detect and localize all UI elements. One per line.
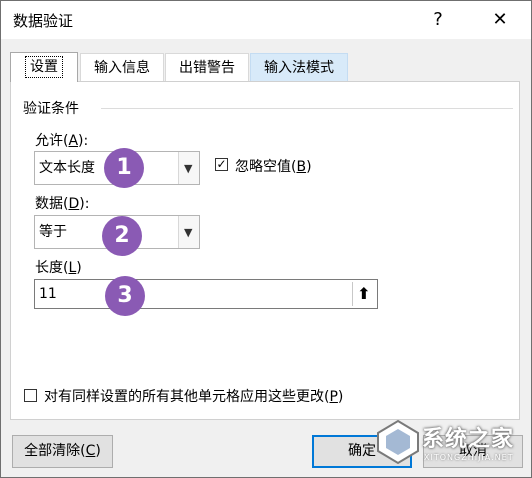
tab-input-message[interactable]: 输入信息 — [80, 53, 164, 81]
apply-all-checkbox[interactable] — [24, 389, 37, 402]
data-label: 数据(D): — [35, 196, 90, 212]
data-value: 等于 — [39, 224, 67, 240]
clear-all-button[interactable]: 全部清除(C) — [12, 435, 113, 468]
data-dropdown-arrow[interactable]: ▼ — [178, 216, 199, 248]
step-badge-3: 3 — [105, 276, 145, 316]
help-button[interactable]: ? — [425, 7, 451, 33]
collapse-dialog-icon[interactable]: ⬆ — [352, 282, 375, 306]
allow-value: 文本长度 — [39, 160, 95, 176]
tab-settings[interactable]: 设置 — [10, 52, 78, 82]
tab-ime-mode[interactable]: 输入法模式 — [250, 53, 348, 81]
data-validation-dialog: 数据验证 ? ✕ 设置 输入信息 出错警告 输入法模式 验证条件 允许(A): … — [0, 0, 532, 478]
watermark-subtext: XITONGZHIJIA.NET — [424, 453, 514, 462]
length-input[interactable]: 11 ⬆ — [34, 279, 378, 309]
chevron-down-icon: ▼ — [184, 226, 193, 239]
watermark: 系统之家 XITONGZHIJIA.NET — [372, 413, 532, 477]
watermark-logo-icon — [377, 419, 419, 465]
step-badge-2: 2 — [102, 216, 142, 256]
apply-all-label: 对有同样设置的所有其他单元格应用这些更改(P) — [44, 389, 344, 405]
step-badge-1: 1 — [104, 148, 144, 188]
length-label: 长度(L) — [35, 260, 82, 276]
close-button[interactable]: ✕ — [487, 7, 513, 33]
tab-error-alert[interactable]: 出错警告 — [165, 53, 249, 81]
validation-criteria-label: 验证条件 — [23, 101, 79, 117]
watermark-text: 系统之家 — [422, 427, 515, 452]
window-title: 数据验证 — [13, 12, 74, 30]
ignore-blank-checkbox[interactable]: ✓ — [215, 158, 228, 171]
allow-dropdown-arrow[interactable]: ▼ — [178, 152, 199, 184]
title-bar: 数据验证 ? ✕ — [1, 1, 531, 39]
ignore-blank-label: 忽略空值(B) — [235, 159, 312, 175]
chevron-down-icon: ▼ — [184, 162, 193, 175]
length-value: 11 — [39, 286, 57, 302]
allow-label: 允许(A): — [35, 133, 89, 149]
group-divider — [101, 108, 513, 109]
